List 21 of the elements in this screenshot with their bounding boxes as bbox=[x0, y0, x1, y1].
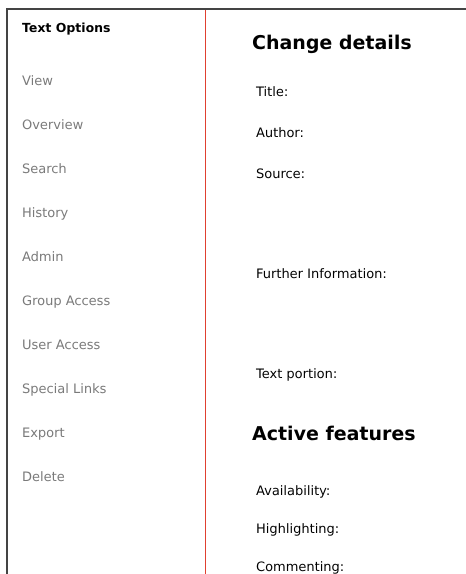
sidebar-title: Text Options bbox=[22, 19, 112, 37]
sidebar-link[interactable]: Admin bbox=[22, 236, 64, 280]
sidebar-link[interactable]: Export bbox=[22, 412, 65, 456]
field-label: Commenting: bbox=[256, 560, 344, 574]
sidebar-link[interactable]: Delete bbox=[22, 456, 65, 500]
field-label: Highlighting: bbox=[256, 522, 340, 537]
sidebar-link[interactable]: History bbox=[22, 192, 68, 236]
section-heading: Change details bbox=[252, 31, 413, 56]
sidebar-link[interactable]: Overview bbox=[22, 104, 84, 148]
field-label: Author: bbox=[256, 126, 304, 141]
sidebar-link[interactable]: Search bbox=[22, 148, 67, 192]
field-label: Source: bbox=[256, 167, 306, 182]
field-label: Availability: bbox=[256, 484, 330, 499]
sidebar-link[interactable]: Special Links bbox=[22, 368, 106, 412]
section-heading: Active features bbox=[252, 422, 417, 447]
sidebar-link[interactable]: View bbox=[22, 60, 53, 104]
sidebar-link[interactable]: Group Access bbox=[22, 280, 110, 324]
field-label: Title: bbox=[256, 85, 288, 100]
field-label: Further Information: bbox=[256, 267, 387, 282]
field-label: Text portion: bbox=[256, 367, 338, 382]
sidebar-link[interactable]: User Access bbox=[22, 324, 100, 368]
